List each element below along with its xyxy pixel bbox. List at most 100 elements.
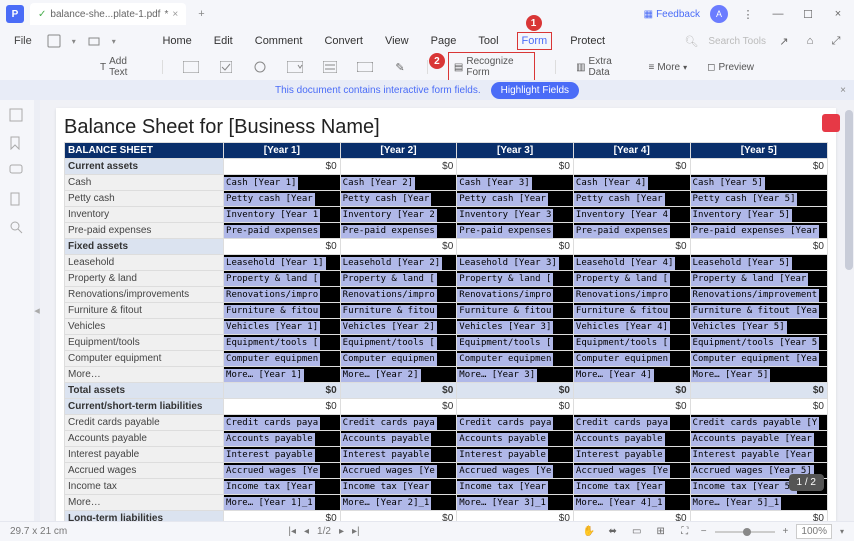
- scroll-thumb[interactable]: [845, 110, 853, 270]
- reading-icon[interactable]: ⊞: [653, 524, 669, 540]
- avatar[interactable]: A: [710, 5, 728, 23]
- form-field[interactable]: Pre-paid expenses: [224, 225, 320, 238]
- form-field[interactable]: Renovations/impro: [341, 289, 437, 302]
- form-field[interactable]: Petty cash [Year: [341, 193, 432, 206]
- form-field[interactable]: More… [Year 4]: [574, 369, 654, 382]
- close-window-icon[interactable]: ×: [828, 4, 848, 24]
- bookmarks-icon[interactable]: [9, 136, 25, 152]
- form-field[interactable]: Vehicles [Year 3]: [457, 321, 553, 334]
- menu-tool[interactable]: Tool: [474, 32, 502, 50]
- form-field[interactable]: Accrued wages [Ye: [341, 465, 437, 478]
- form-field[interactable]: More… [Year 4]_1: [574, 497, 665, 510]
- form-field[interactable]: Inventory [Year 2: [341, 209, 437, 222]
- next-page-icon[interactable]: ▸: [339, 526, 344, 537]
- form-field[interactable]: Vehicles [Year 2]: [341, 321, 437, 334]
- fullscreen-icon[interactable]: ⛶: [677, 524, 693, 540]
- form-field[interactable]: Income tax [Year 5]: [691, 481, 798, 494]
- form-field[interactable]: Leasehold [Year 3]: [457, 257, 559, 270]
- form-field[interactable]: Cash [Year 1]: [224, 177, 298, 190]
- menu-page[interactable]: Page: [427, 32, 461, 50]
- hand-tool-icon[interactable]: ✋: [581, 524, 597, 540]
- last-page-icon[interactable]: ▸|: [352, 526, 360, 537]
- form-field[interactable]: Accrued wages [Ye: [457, 465, 553, 478]
- maximize-icon[interactable]: ☐: [798, 4, 818, 24]
- form-field[interactable]: Petty cash [Year 5]: [691, 193, 798, 206]
- form-field[interactable]: Interest payable: [457, 449, 548, 462]
- form-field[interactable]: Cash [Year 5]: [691, 177, 765, 190]
- form-field[interactable]: Property & land [: [224, 273, 320, 286]
- form-field[interactable]: Renovations/impro: [457, 289, 553, 302]
- form-field[interactable]: Interest payable: [224, 449, 315, 462]
- menu-home[interactable]: Home: [158, 32, 195, 50]
- menu-edit[interactable]: Edit: [210, 32, 237, 50]
- form-field[interactable]: Renovations/impro: [574, 289, 670, 302]
- form-field[interactable]: Credit cards payable [Y: [691, 417, 820, 430]
- document-tab[interactable]: ✓ balance-she...plate-1.pdf * ×: [30, 3, 186, 25]
- document-area[interactable]: Balance Sheet for [Business Name] BALANC…: [40, 100, 844, 521]
- preview-button[interactable]: ◻ Preview: [707, 62, 754, 73]
- form-field[interactable]: Pre-paid expenses: [341, 225, 437, 238]
- zoom-slider[interactable]: [715, 531, 775, 533]
- form-field[interactable]: Equipment/tools [: [574, 337, 670, 350]
- zoom-out-icon[interactable]: −: [701, 526, 707, 537]
- print-icon[interactable]: [86, 33, 102, 49]
- form-field[interactable]: More… [Year 1]_1: [224, 497, 315, 510]
- form-field[interactable]: Income tax [Year: [224, 481, 315, 494]
- form-field[interactable]: Cash [Year 3]: [457, 177, 531, 190]
- add-text-button[interactable]: T Add Text: [100, 56, 142, 78]
- form-field[interactable]: Income tax [Year: [341, 481, 432, 494]
- recognize-form-button[interactable]: 2 ▤ Recognize Form: [448, 52, 535, 82]
- infobar-close-icon[interactable]: ×: [840, 85, 846, 96]
- radio-icon[interactable]: [253, 59, 267, 75]
- vertical-scrollbar[interactable]: [844, 100, 854, 521]
- prev-page-icon[interactable]: ◂: [304, 526, 309, 537]
- form-field[interactable]: Equipment/tools [: [341, 337, 437, 350]
- feedback-button[interactable]: ▦ Feedback: [644, 9, 700, 20]
- more-button[interactable]: ≡ More ▾: [648, 62, 687, 73]
- first-page-icon[interactable]: |◂: [288, 526, 296, 537]
- highlight-fields-button[interactable]: Highlight Fields: [491, 82, 579, 99]
- form-field[interactable]: Computer equipmen: [341, 353, 437, 366]
- page-number[interactable]: 1/2: [317, 526, 331, 537]
- form-field[interactable]: Interest payable [Year: [691, 449, 814, 462]
- form-field[interactable]: Property & land [: [341, 273, 437, 286]
- form-field[interactable]: Interest payable: [574, 449, 665, 462]
- form-field[interactable]: Computer equipmen: [457, 353, 553, 366]
- form-field[interactable]: Equipment/tools [: [224, 337, 320, 350]
- form-field[interactable]: Computer equipmen: [574, 353, 670, 366]
- signature-icon[interactable]: ✎: [393, 59, 407, 75]
- fit-width-icon[interactable]: ⬌: [605, 524, 621, 540]
- form-field[interactable]: Inventory [Year 4: [574, 209, 670, 222]
- form-field[interactable]: More… [Year 5]_1: [691, 497, 782, 510]
- form-field[interactable]: More… [Year 1]: [224, 369, 304, 382]
- form-field[interactable]: Credit cards paya: [224, 417, 320, 430]
- form-field[interactable]: Petty cash [Year: [224, 193, 315, 206]
- form-field[interactable]: Property & land [Year: [691, 273, 809, 286]
- form-field[interactable]: Property & land [: [457, 273, 553, 286]
- form-field[interactable]: Credit cards paya: [341, 417, 437, 430]
- zoom-knob[interactable]: [743, 528, 751, 536]
- form-field[interactable]: More… [Year 2]: [341, 369, 421, 382]
- dropdown-icon[interactable]: [287, 59, 303, 75]
- menu-comment[interactable]: Comment: [251, 32, 307, 50]
- minimize-icon[interactable]: —: [768, 4, 788, 24]
- search-icon[interactable]: 🔍︎: [684, 35, 698, 48]
- form-field[interactable]: Leasehold [Year 5]: [691, 257, 793, 270]
- form-field[interactable]: Petty cash [Year: [457, 193, 548, 206]
- form-field[interactable]: Pre-paid expenses: [574, 225, 670, 238]
- form-field[interactable]: Renovations/impro: [224, 289, 320, 302]
- form-field[interactable]: Furniture & fitou: [224, 305, 320, 318]
- form-field[interactable]: Furniture & fitou: [341, 305, 437, 318]
- expand-icon[interactable]: ⤢: [828, 33, 844, 49]
- form-field[interactable]: Cash [Year 4]: [574, 177, 648, 190]
- page-comment-icon[interactable]: [822, 114, 840, 132]
- form-field[interactable]: Accounts payable [Year: [691, 433, 814, 446]
- menu-protect[interactable]: Protect: [566, 32, 609, 50]
- form-field[interactable]: Vehicles [Year 1]: [224, 321, 320, 334]
- form-field[interactable]: Income tax [Year: [574, 481, 665, 494]
- form-field[interactable]: Accounts payable: [224, 433, 315, 446]
- form-field[interactable]: Income tax [Year: [457, 481, 548, 494]
- form-field[interactable]: Accrued wages [Ye: [224, 465, 320, 478]
- form-field[interactable]: Accounts payable: [457, 433, 548, 446]
- comments-icon[interactable]: [9, 164, 25, 180]
